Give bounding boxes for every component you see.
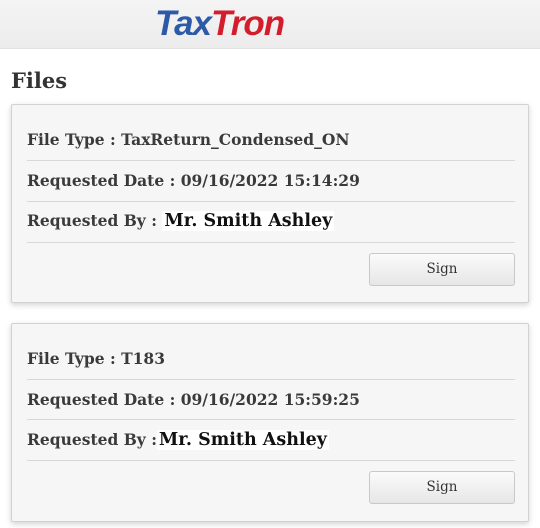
requested-date-value: 09/16/2022 15:59:25 (180, 390, 360, 409)
divider (27, 242, 515, 243)
requested-date-label: Requested Date : (27, 171, 181, 190)
divider (27, 201, 515, 202)
file-type-row: File Type : T183 (27, 349, 515, 369)
file-type-label: File Type : (27, 130, 122, 149)
file-type-value: TaxReturn_Condensed_ON (121, 130, 350, 149)
file-card: File Type : T183 Requested Date : 09/16/… (11, 323, 529, 522)
logo-text-tax: Tax (155, 4, 212, 43)
page-title: Files (11, 68, 68, 93)
sign-button[interactable]: Sign (369, 253, 515, 286)
divider (27, 419, 515, 420)
requested-by-value: Mr. Smith Ashley (156, 430, 329, 450)
requested-by-label: Requested By : (27, 211, 163, 230)
file-type-label: File Type : (27, 349, 122, 368)
requested-date-value: 09/16/2022 15:14:29 (180, 171, 360, 190)
file-type-row: File Type : TaxReturn_Condensed_ON (27, 130, 515, 150)
file-card: File Type : TaxReturn_Condensed_ON Reque… (11, 104, 529, 303)
logo-text-tron: Tron (211, 4, 285, 43)
requested-date-row: Requested Date : 09/16/2022 15:59:25 (27, 390, 515, 410)
taxtron-logo[interactable]: TaxTron (155, 4, 285, 44)
requested-date-row: Requested Date : 09/16/2022 15:14:29 (27, 171, 515, 191)
divider (27, 379, 515, 380)
file-type-value: T183 (121, 349, 165, 368)
requested-date-label: Requested Date : (27, 390, 181, 409)
requested-by-row: Requested By : Mr. Smith Ashley (27, 211, 515, 231)
divider (27, 460, 515, 461)
requested-by-row: Requested By : Mr. Smith Ashley (27, 430, 515, 450)
requested-by-value: Mr. Smith Ashley (162, 211, 335, 231)
sign-button[interactable]: Sign (369, 471, 515, 504)
requested-by-label: Requested By : (27, 430, 157, 449)
app-header: TaxTron (0, 0, 540, 49)
divider (27, 160, 515, 161)
